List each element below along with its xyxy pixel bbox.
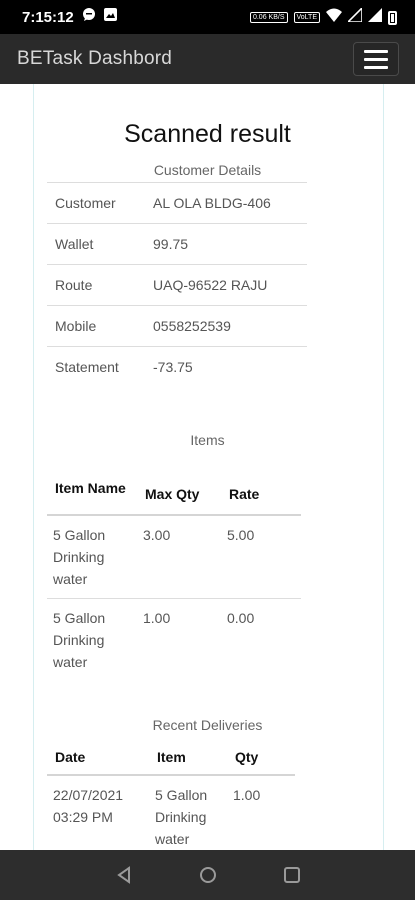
delivery-item: 5 Gallon Drinking water — [149, 774, 227, 850]
hamburger-icon-line — [364, 49, 388, 53]
signal-icon-2 — [368, 8, 382, 27]
item-max-qty: 1.00 — [137, 598, 221, 681]
table-row: Route UAQ-96522 RAJU — [47, 264, 307, 306]
mobile-value: 0558252539 — [145, 305, 307, 347]
delivery-qty: 1.00 — [227, 774, 295, 850]
items-caption: Items — [190, 432, 225, 448]
item-name: 5 Gallon Drinking water — [47, 514, 137, 599]
back-icon[interactable] — [113, 864, 135, 886]
system-nav-bar — [0, 850, 415, 900]
wallet-label: Wallet — [47, 223, 145, 265]
items-table: Item Name Max Qty Rate 5 Gallon Drinking… — [47, 460, 301, 681]
hamburger-icon-line — [364, 57, 388, 61]
item-max-qty: 3.00 — [137, 514, 221, 599]
battery-icon — [388, 10, 397, 25]
route-value: UAQ-96522 RAJU — [145, 264, 307, 306]
table-row: Customer AL OLA BLDG-406 — [47, 182, 307, 224]
rd-header-qty: Qty — [227, 740, 295, 776]
recent-deliveries-caption: Recent Deliveries — [152, 717, 263, 733]
app-bar: BETask Dashbord — [0, 34, 415, 84]
statement-value: -73.75 — [145, 346, 307, 387]
status-bar: 7:15:12 0.06 KB/S VoLTE — [0, 0, 415, 34]
customer-value: AL OLA BLDG-406 — [145, 182, 307, 224]
customer-details-table: Customer AL OLA BLDG-406 Wallet 99.75 Ro… — [47, 182, 307, 387]
item-rate: 0.00 — [221, 598, 301, 681]
table-header-row: Date Item Qty — [47, 740, 295, 776]
volte-badge: VoLTE — [293, 12, 320, 23]
statement-label: Statement — [47, 346, 145, 387]
item-rate: 5.00 — [221, 514, 301, 599]
rd-header-item: Item — [149, 740, 227, 776]
home-icon[interactable] — [197, 864, 219, 886]
menu-button[interactable] — [353, 42, 399, 76]
customer-label: Customer — [47, 182, 145, 224]
items-header-maxqty: Max Qty — [137, 460, 221, 516]
rd-header-date: Date — [47, 740, 149, 776]
item-name: 5 Gallon Drinking water — [47, 598, 137, 681]
delivery-date: 22/07/2021 03:29 PM — [47, 774, 149, 850]
signal-icon — [346, 6, 363, 27]
net-speed: 0.06 KB/S — [249, 12, 288, 23]
message-icon — [82, 7, 96, 27]
main-content[interactable]: Scanned result Customer Details Customer… — [0, 84, 415, 850]
table-row: Statement -73.75 — [47, 346, 307, 387]
mobile-label: Mobile — [47, 305, 145, 347]
route-label: Route — [47, 264, 145, 306]
hamburger-icon-line — [364, 65, 388, 69]
table-row: 5 Gallon Drinking water 1.00 0.00 — [47, 598, 301, 681]
recents-icon[interactable] — [281, 864, 303, 886]
items-header-name: Item Name — [47, 460, 137, 516]
wifi-icon — [326, 8, 342, 27]
image-icon — [103, 8, 117, 26]
app-title: BETask Dashbord — [17, 48, 173, 69]
table-row: Mobile 0558252539 — [47, 305, 307, 347]
table-header-row: Item Name Max Qty Rate — [47, 460, 301, 516]
customer-details-caption: Customer Details — [153, 162, 262, 178]
status-time: 7:15:12 — [22, 8, 74, 26]
status-right: 0.06 KB/S VoLTE — [249, 6, 397, 27]
table-row: 5 Gallon Drinking water 3.00 5.00 — [47, 514, 301, 599]
items-header-rate: Rate — [221, 460, 301, 516]
table-row: Wallet 99.75 — [47, 223, 307, 265]
table-row: 22/07/2021 03:29 PM 5 Gallon Drinking wa… — [47, 774, 295, 850]
page-title: Scanned result — [124, 120, 291, 148]
recent-deliveries-table: Date Item Qty 22/07/2021 03:29 PM 5 Gall… — [47, 740, 295, 850]
wallet-value: 99.75 — [145, 223, 307, 265]
